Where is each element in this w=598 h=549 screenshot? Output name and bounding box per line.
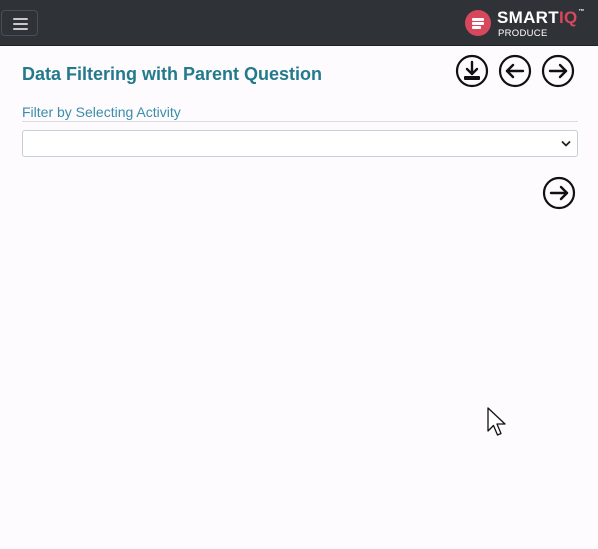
- hamburger-bar: [13, 28, 28, 30]
- hamburger-menu-button[interactable]: [1, 10, 38, 36]
- filter-label: Filter by Selecting Activity: [22, 104, 181, 120]
- download-button[interactable]: [455, 54, 489, 88]
- page-title: Data Filtering with Parent Question: [22, 64, 323, 84]
- logo-brand-accent: IQ: [558, 8, 578, 27]
- chevron-down-icon: [561, 141, 571, 147]
- back-button[interactable]: [498, 54, 532, 88]
- next-button[interactable]: [542, 176, 576, 210]
- arrow-right-circle-icon: [542, 176, 576, 210]
- hamburger-menu-icon: [13, 18, 28, 20]
- list-lines-icon: [465, 10, 491, 36]
- activity-select[interactable]: [22, 130, 578, 157]
- smartiq-logo[interactable]: SMARTIQ™ PRODUCE: [465, 8, 590, 39]
- mouse-cursor-icon: [487, 407, 506, 436]
- arrow-left-circle-icon: [498, 54, 532, 88]
- arrow-right-circle-icon: [541, 54, 575, 88]
- top-navbar: SMARTIQ™ PRODUCE: [0, 0, 598, 46]
- logo-subtitle: PRODUCE: [498, 28, 548, 39]
- hamburger-bar: [13, 23, 28, 25]
- logo-brand-main: SMART: [497, 8, 559, 27]
- logo-trademark: ™: [578, 9, 585, 15]
- download-circle-icon: [455, 54, 489, 88]
- section-divider: [22, 121, 578, 122]
- forward-button[interactable]: [541, 54, 575, 88]
- logo-wordmark: SMARTIQ™: [497, 8, 585, 28]
